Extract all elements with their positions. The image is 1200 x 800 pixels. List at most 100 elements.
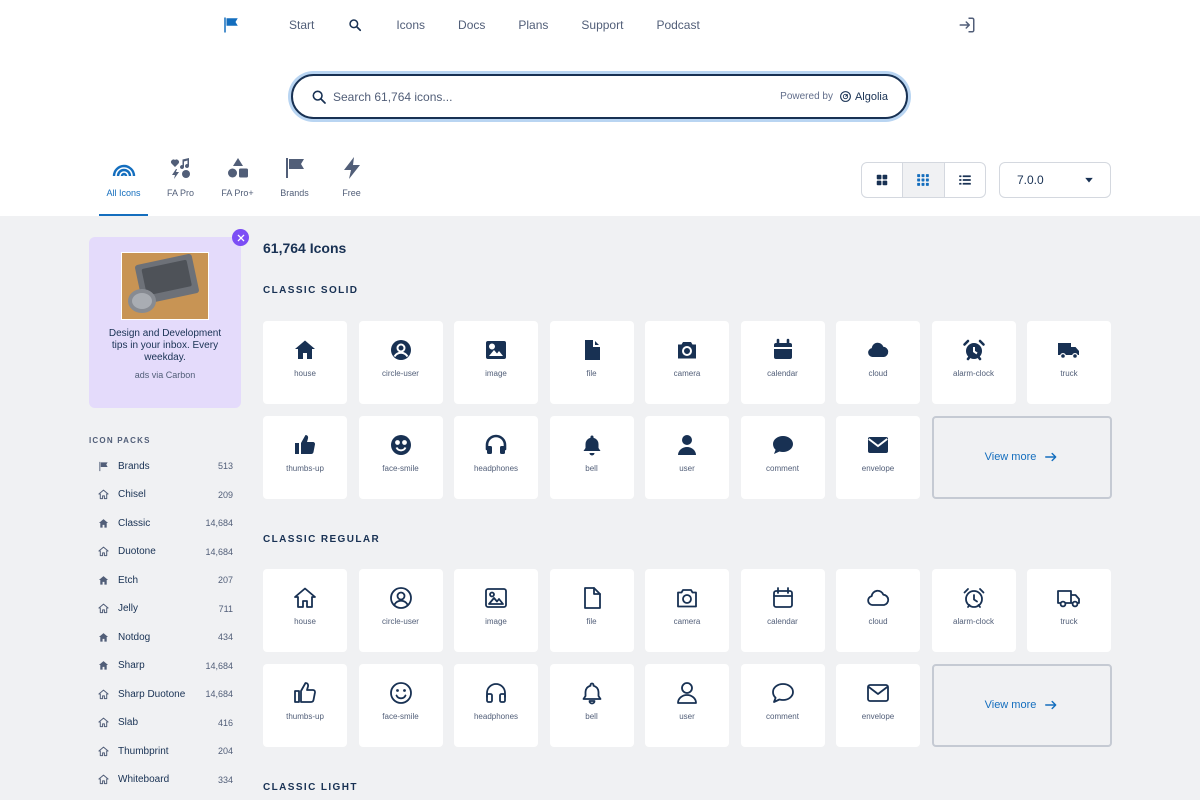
pack-item-whiteboard[interactable]: Whiteboard 334	[89, 766, 233, 795]
nav-plans-link[interactable]: Plans	[518, 18, 548, 32]
icon-card-user[interactable]: user	[645, 663, 729, 747]
icon-card-alarm-clock[interactable]: alarm-clock	[931, 569, 1016, 652]
nav-podcast-link[interactable]: Podcast	[656, 18, 699, 32]
version-value: 7.0.0	[1017, 173, 1044, 187]
tab-fa-pro-plus[interactable]: FA Pro+	[209, 154, 266, 216]
pack-item-sharp-duotone[interactable]: Sharp Duotone 14,684	[89, 680, 233, 709]
comment-icon	[772, 435, 793, 454]
results-count: 61,764 Icons	[263, 240, 347, 256]
icon-card-face-smile[interactable]: face-smile	[358, 663, 443, 747]
icon-card-alarm-clock[interactable]: alarm-clock	[931, 321, 1016, 404]
icon-card-calendar[interactable]: calendar	[740, 569, 825, 652]
icon-card-label: file	[586, 617, 597, 626]
small-grid-view-button[interactable]	[903, 163, 945, 197]
search-input[interactable]	[333, 85, 753, 109]
icon-card-comment[interactable]: comment	[740, 663, 825, 747]
pack-count: 204	[217, 746, 233, 757]
tab-free-label: Free	[342, 188, 361, 198]
pack-item-duotone[interactable]: Duotone 14,684	[89, 538, 233, 567]
pack-item-classic[interactable]: Classic 14,684	[89, 509, 233, 538]
sign-in-icon[interactable]	[958, 16, 976, 34]
icon-card-house[interactable]: house	[263, 321, 347, 404]
view-more-button[interactable]: View more	[931, 415, 1112, 499]
comment-icon	[771, 682, 794, 703]
ad-via-carbon[interactable]: ads via Carbon	[89, 370, 241, 380]
pack-item-etch[interactable]: Etch 207	[89, 566, 233, 595]
icon-card-bell[interactable]: bell	[549, 415, 634, 499]
icon-card-file[interactable]: file	[549, 321, 634, 404]
icon-card-headphones[interactable]: headphones	[454, 663, 538, 747]
icon-card-cloud[interactable]: cloud	[836, 569, 920, 652]
bolt-icon	[343, 157, 360, 179]
nav-icons-link[interactable]: Icons	[396, 18, 425, 32]
icon-card-cloud[interactable]: cloud	[836, 321, 920, 404]
icon-card-bell[interactable]: bell	[549, 663, 634, 747]
font-awesome-flag-logo-icon[interactable]	[222, 16, 240, 34]
large-grid-view-button[interactable]	[862, 163, 904, 197]
icon-card-house[interactable]: house	[263, 569, 347, 652]
nav-docs-link[interactable]: Docs	[458, 18, 485, 32]
tab-free[interactable]: Free	[323, 154, 380, 216]
nav-support-link[interactable]: Support	[581, 18, 623, 32]
algolia-logo: Algolia	[839, 90, 888, 103]
pack-item-thumbprint[interactable]: Thumbprint 204	[89, 737, 233, 766]
pack-item-notdog[interactable]: Notdog 434	[89, 623, 233, 652]
circle-user-icon	[389, 587, 412, 609]
pack-item-chisel[interactable]: Chisel 209	[89, 481, 233, 510]
icon-packs-list: Brands 513 Chisel 209 Classic 14,684 Duotone 14…	[89, 452, 233, 794]
pack-count: 14,684	[205, 546, 233, 557]
rainbow-icon	[112, 164, 135, 177]
house-icon	[98, 632, 109, 642]
icon-card-camera[interactable]: camera	[645, 569, 729, 652]
icon-card-image[interactable]: image	[454, 569, 538, 652]
icon-card-truck[interactable]: truck	[1027, 321, 1111, 404]
icon-card-file[interactable]: file	[549, 569, 634, 652]
icon-card-user[interactable]: user	[645, 415, 729, 499]
tab-fa-pro[interactable]: FA Pro	[152, 154, 209, 216]
ad-image[interactable]	[121, 252, 209, 320]
icon-card-calendar[interactable]: calendar	[740, 321, 825, 404]
icon-card-label: truck	[1060, 617, 1078, 626]
icon-card-label: calendar	[767, 369, 798, 378]
icon-card-comment[interactable]: comment	[740, 415, 825, 499]
house-icon	[98, 774, 109, 785]
icon-card-circle-user[interactable]: circle-user	[358, 569, 443, 652]
pack-item-brands[interactable]: Brands 513	[89, 452, 233, 481]
house-icon	[98, 661, 109, 670]
pack-count: 434	[217, 632, 233, 643]
view-more-button[interactable]: View more	[931, 663, 1112, 747]
icon-card-face-smile[interactable]: face-smile	[358, 415, 443, 499]
carbon-ad[interactable]: Design and Development tips in your inbo…	[89, 229, 249, 408]
envelope-icon	[867, 683, 889, 702]
pack-name: Etch	[118, 574, 139, 586]
powered-by-algolia[interactable]: Powered by Algolia	[780, 90, 888, 103]
ad-text[interactable]: Design and Development tips in your inbo…	[103, 328, 227, 364]
icon-card-image[interactable]: image	[454, 321, 538, 404]
tab-brands[interactable]: Brands	[266, 154, 323, 216]
icon-card-headphones[interactable]: headphones	[454, 415, 538, 499]
search-icon[interactable]	[348, 18, 362, 32]
version-select[interactable]: 7.0.0	[999, 162, 1111, 198]
house-icon	[98, 717, 109, 728]
icon-card-circle-user[interactable]: circle-user	[358, 321, 443, 404]
nav-start-link[interactable]: Start	[289, 18, 314, 32]
cloud-icon	[868, 342, 889, 357]
pack-item-slab[interactable]: Slab 416	[89, 709, 233, 738]
icon-card-label: cloud	[868, 617, 888, 626]
tab-all-icons[interactable]: All Icons	[95, 154, 152, 216]
icon-card-camera[interactable]: camera	[645, 321, 729, 404]
icon-card-envelope[interactable]: envelope	[836, 415, 920, 499]
icon-card-envelope[interactable]: envelope	[836, 663, 920, 747]
close-ad-button[interactable]	[232, 229, 249, 246]
list-view-button[interactable]	[945, 163, 985, 197]
top-header: Start Icons Docs Plans Support Podcast P…	[0, 0, 1200, 216]
icon-card-thumbs-up[interactable]: thumbs-up	[263, 663, 347, 747]
icon-card-thumbs-up[interactable]: thumbs-up	[263, 415, 347, 499]
icon-search-bar: Powered by Algolia	[291, 74, 908, 119]
icon-card-truck[interactable]: truck	[1027, 569, 1111, 652]
pack-item-jelly[interactable]: Jelly 711	[89, 595, 233, 624]
pack-item-sharp[interactable]: Sharp 14,684	[89, 652, 233, 681]
image-icon	[485, 588, 507, 608]
icon-card-label: face-smile	[382, 711, 419, 721]
icons-icon	[170, 158, 190, 179]
